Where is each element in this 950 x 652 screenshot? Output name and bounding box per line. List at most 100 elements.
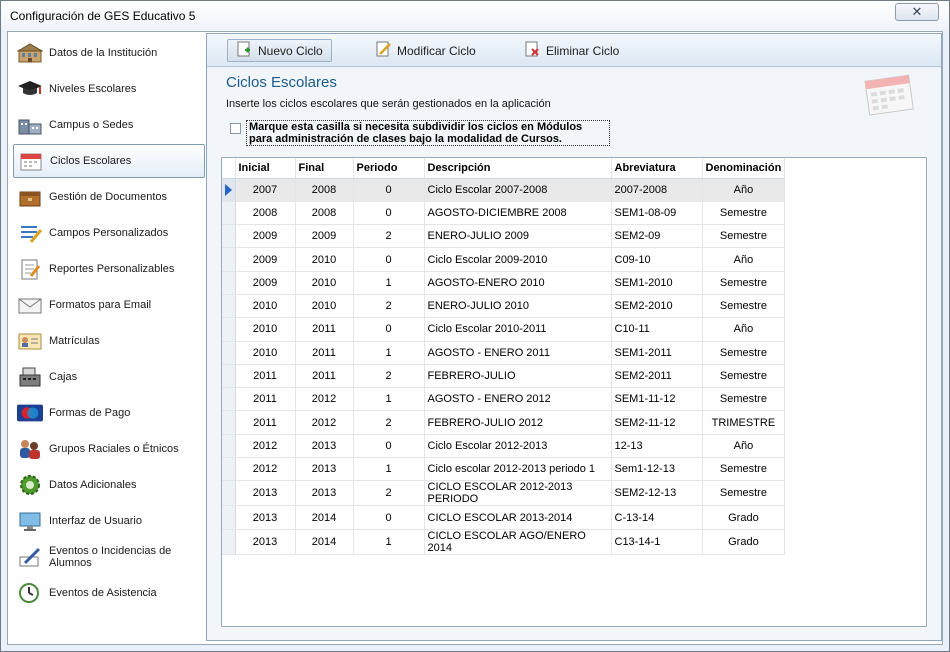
new-cycle-button[interactable]: Nuevo Ciclo <box>227 39 332 62</box>
table-cell[interactable]: SEM2-11-12 <box>611 410 703 435</box>
table-cell[interactable]: 2013 <box>295 434 354 459</box>
table-row[interactable]: 2011 2012 2 FEBRERO-JULIO 2012 SEM2-11-12 TRI… <box>222 410 786 435</box>
table-cell[interactable]: Año <box>702 317 786 342</box>
table-row[interactable]: 2010 2010 2 ENERO-JULIO 2010 SEM2-2010 Semest… <box>222 294 786 319</box>
table-cell[interactable]: Grado <box>702 505 786 530</box>
table-cell[interactable]: Semestre <box>702 294 786 319</box>
row-selector[interactable] <box>222 457 236 482</box>
table-cell[interactable]: CICLO ESCOLAR AGO/ENERO 2014 <box>424 529 612 555</box>
table-cell[interactable]: 0 <box>353 317 425 342</box>
sidebar-item-campos-personalizados[interactable]: Campos Personalizados <box>13 216 205 250</box>
table-cell[interactable]: Semestre <box>702 387 786 412</box>
table-cell[interactable]: 1 <box>353 271 425 295</box>
table-row[interactable]: 2009 2009 2 ENERO-JULIO 2009 SEM2-09 Semestre <box>222 224 786 249</box>
table-cell[interactable]: C09-10 <box>611 247 703 272</box>
table-row[interactable]: 2013 2014 0 CICLO ESCOLAR 2013-2014 C-13-14 G… <box>222 505 786 530</box>
table-cell[interactable]: Ciclo Escolar 2007-2008 <box>424 178 612 202</box>
table-cell[interactable]: 1 <box>353 341 425 365</box>
table-cell[interactable]: SEM1-11-12 <box>611 387 703 412</box>
table-cell[interactable]: 2013 <box>235 505 296 530</box>
modules-checkbox[interactable] <box>230 123 241 134</box>
table-cell[interactable]: Ciclo Escolar 2009-2010 <box>424 247 612 272</box>
table-cell[interactable]: Año <box>702 434 786 459</box>
delete-cycle-button[interactable]: Eliminar Ciclo <box>516 39 627 62</box>
table-row[interactable]: 2013 2013 2 CICLO ESCOLAR 2012-2013 PERIODO… <box>222 480 786 507</box>
row-selector[interactable] <box>222 480 236 507</box>
table-cell[interactable]: C10-11 <box>611 317 703 342</box>
table-cell[interactable]: 2013 <box>295 480 354 507</box>
table-row[interactable]: 2012 2013 1 Ciclo escolar 2012-2013 periodo… <box>222 457 786 482</box>
table-cell[interactable]: 2014 <box>295 529 354 555</box>
col-final[interactable]: Final <box>295 158 354 179</box>
table-cell[interactable]: 2010 <box>295 294 354 319</box>
sidebar-item-datos-institucion[interactable]: Datos de la Institución <box>13 36 205 70</box>
table-cell[interactable]: 2013 <box>235 480 296 507</box>
table-cell[interactable]: FEBRERO-JULIO 2012 <box>424 410 612 435</box>
row-selector[interactable] <box>222 364 236 389</box>
table-cell[interactable]: 2007 <box>235 178 296 202</box>
table-cell[interactable]: 2011 <box>235 410 296 435</box>
table-cell[interactable]: CICLO ESCOLAR 2012-2013 PERIODO <box>424 480 612 507</box>
table-cell[interactable]: FEBRERO-JULIO <box>424 364 612 389</box>
table-cell[interactable]: AGOSTO-DICIEMBRE 2008 <box>424 201 612 226</box>
table-cell[interactable]: 2012 <box>295 387 354 412</box>
table-cell[interactable]: C-13-14 <box>611 505 703 530</box>
sidebar-item-formas-pago[interactable]: Formas de Pago <box>13 396 205 430</box>
table-cell[interactable]: Ciclo Escolar 2012-2013 <box>424 434 612 459</box>
sidebar-item-campus-sedes[interactable]: Campus o Sedes <box>13 108 205 142</box>
row-selector[interactable] <box>222 294 236 319</box>
table-cell[interactable]: SEM2-09 <box>611 224 703 249</box>
table-cell[interactable]: 2 <box>353 364 425 389</box>
table-cell[interactable]: SEM2-2010 <box>611 294 703 319</box>
table-cell[interactable]: CICLO ESCOLAR 2013-2014 <box>424 505 612 530</box>
table-cell[interactable]: 2008 <box>295 178 354 202</box>
table-cell[interactable]: Semestre <box>702 341 786 365</box>
table-cell[interactable]: Semestre <box>702 364 786 389</box>
table-row[interactable]: 2009 2010 0 Ciclo Escolar 2009-2010 C09-10 Añ… <box>222 247 786 272</box>
table-cell[interactable]: Año <box>702 247 786 272</box>
table-cell[interactable]: 2008 <box>235 201 296 226</box>
table-cell[interactable]: 2 <box>353 480 425 507</box>
sidebar-item-datos-adicionales[interactable]: Datos Adicionales <box>13 468 205 502</box>
table-cell[interactable]: 2014 <box>295 505 354 530</box>
table-cell[interactable]: 12-13 <box>611 434 703 459</box>
row-selector[interactable] <box>222 434 236 459</box>
table-row[interactable]: 2010 2011 0 Ciclo Escolar 2010-2011 C10-11 Añ… <box>222 317 786 342</box>
table-cell[interactable]: 2008 <box>295 201 354 226</box>
table-cell[interactable]: Semestre <box>702 480 786 507</box>
sidebar-item-eventos-incidencias[interactable]: Eventos o Incidencias de Alumnos <box>13 540 205 574</box>
sidebar-item-niveles-escolares[interactable]: Niveles Escolares <box>13 72 205 106</box>
table-cell[interactable]: 2010 <box>235 341 296 365</box>
table-cell[interactable]: Semestre <box>702 201 786 226</box>
table-cell[interactable]: 2011 <box>295 341 354 365</box>
table-row[interactable]: 2011 2011 2 FEBRERO-JULIO SEM2-2011 Semestre <box>222 364 786 389</box>
row-selector[interactable] <box>222 387 236 412</box>
table-cell[interactable]: 2012 <box>295 410 354 435</box>
table-cell[interactable]: 2011 <box>235 364 296 389</box>
edit-cycle-button[interactable]: Modificar Ciclo <box>367 39 484 62</box>
sidebar-item-reportes-personalizables[interactable]: Reportes Personalizables <box>13 252 205 286</box>
row-selector[interactable] <box>222 317 236 342</box>
table-cell[interactable]: Semestre <box>702 457 786 482</box>
table-cell[interactable]: ENERO-JULIO 2009 <box>424 224 612 249</box>
table-row[interactable]: 2012 2013 0 Ciclo Escolar 2012-2013 12-13 Año <box>222 434 786 459</box>
col-denominacion[interactable]: Denominación <box>702 158 786 179</box>
table-row[interactable]: 2013 2014 1 CICLO ESCOLAR AGO/ENERO 2014 C13… <box>222 529 786 555</box>
table-cell[interactable]: 2011 <box>295 364 354 389</box>
sidebar-item-gestion-documentos[interactable]: Gestión de Documentos <box>13 180 205 214</box>
table-cell[interactable]: ENERO-JULIO 2010 <box>424 294 612 319</box>
sidebar-item-cajas[interactable]: Cajas <box>13 360 205 394</box>
row-selector[interactable] <box>222 341 236 365</box>
table-cell[interactable]: 2009 <box>235 271 296 295</box>
table-cell[interactable]: 2 <box>353 410 425 435</box>
table-cell[interactable]: 2010 <box>235 294 296 319</box>
table-cell[interactable]: 2 <box>353 224 425 249</box>
table-cell[interactable]: Ciclo escolar 2012-2013 periodo 1 <box>424 457 612 482</box>
table-cell[interactable]: TRIMESTRE <box>702 410 786 435</box>
col-abreviatura[interactable]: Abreviatura <box>611 158 703 179</box>
table-cell[interactable]: 1 <box>353 387 425 412</box>
table-cell[interactable]: 2010 <box>295 271 354 295</box>
sidebar-item-matriculas[interactable]: Matrículas <box>13 324 205 358</box>
table-cell[interactable]: AGOSTO - ENERO 2012 <box>424 387 612 412</box>
table-cell[interactable]: Ciclo Escolar 2010-2011 <box>424 317 612 342</box>
